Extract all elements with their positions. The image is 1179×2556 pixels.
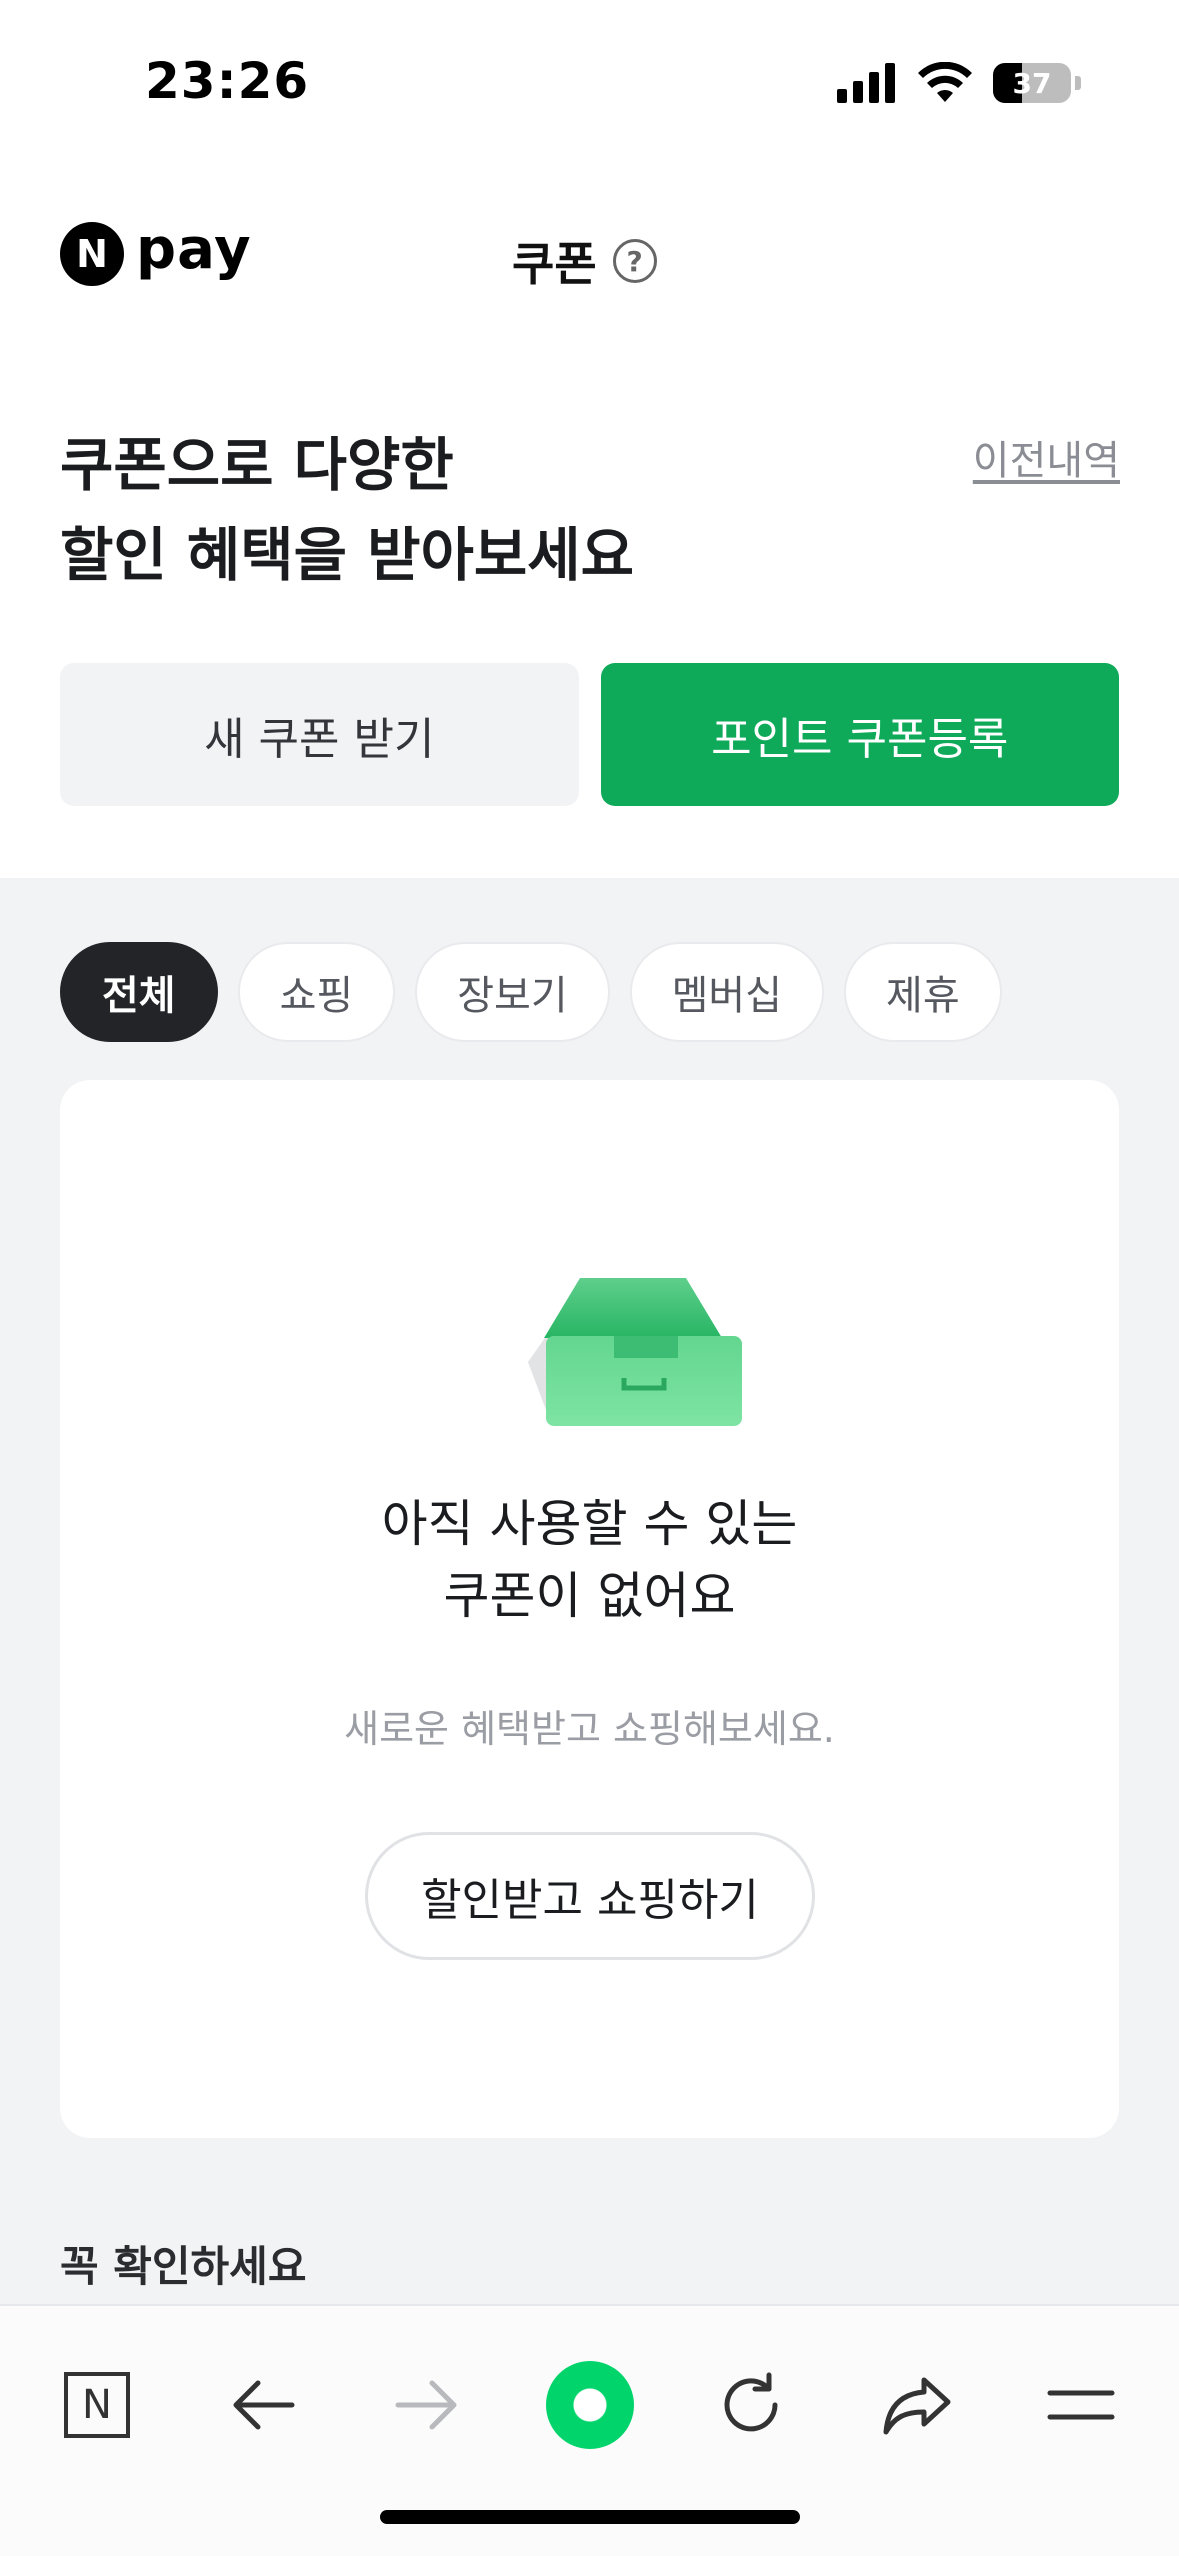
npay-logo-mark: N bbox=[60, 222, 124, 286]
refresh-icon bbox=[724, 2372, 778, 2432]
naver-home-button[interactable]: N bbox=[42, 2350, 152, 2460]
npay-logo[interactable]: N pay bbox=[60, 218, 252, 286]
empty-state-title-line2: 쿠폰이 없어요 bbox=[443, 1567, 736, 1625]
menu-icon bbox=[1047, 2390, 1115, 2420]
forward-button[interactable] bbox=[372, 2350, 482, 2460]
share-button[interactable] bbox=[862, 2350, 972, 2460]
filter-chip-shopping[interactable]: 쇼핑 bbox=[237, 942, 396, 1042]
green-dot-button[interactable] bbox=[535, 2350, 645, 2460]
refresh-button[interactable] bbox=[696, 2350, 806, 2460]
app-header: N pay 쿠폰 ? bbox=[0, 200, 1179, 320]
history-link[interactable]: 이전내역 bbox=[973, 428, 1120, 486]
filter-chips: 전체 쇼핑 장보기 멤버십 제휴 bbox=[60, 942, 1002, 1042]
forward-arrow-icon bbox=[395, 2380, 457, 2430]
battery-percent: 37 bbox=[1012, 66, 1052, 100]
action-buttons: 새 쿠폰 받기 포인트 쿠폰등록 bbox=[60, 663, 1119, 806]
new-coupon-button[interactable]: 새 쿠폰 받기 bbox=[60, 663, 579, 806]
coupon-list-section: 전체 쇼핑 장보기 멤버십 제휴 아직 사용할 수 있는 쿠폰이 없어요 새로운… bbox=[0, 878, 1179, 2308]
filter-chip-all[interactable]: 전체 bbox=[60, 942, 218, 1042]
status-time: 23:26 bbox=[145, 52, 310, 110]
empty-state-title: 아직 사용할 수 있는 쿠폰이 없어요 bbox=[60, 1488, 1119, 1632]
shop-with-discount-button[interactable]: 할인받고 쇼핑하기 bbox=[365, 1832, 815, 1960]
back-arrow-icon bbox=[233, 2380, 295, 2430]
filter-chip-partner[interactable]: 제휴 bbox=[844, 942, 1002, 1042]
menu-button[interactable] bbox=[1026, 2350, 1136, 2460]
filter-chip-grocery[interactable]: 장보기 bbox=[415, 942, 610, 1042]
wifi-icon bbox=[918, 62, 972, 102]
register-point-coupon-button[interactable]: 포인트 쿠폰등록 bbox=[600, 663, 1119, 806]
naver-home-icon: N bbox=[64, 2372, 130, 2438]
battery-cap bbox=[1075, 76, 1081, 90]
cellular-signal-icon bbox=[837, 63, 895, 103]
empty-drawer-icon bbox=[528, 1278, 742, 1426]
hero-section: 쿠폰으로 다양한 할인 혜택을 받아보세요 이전내역 bbox=[60, 420, 1120, 600]
page-title: 쿠폰 bbox=[512, 237, 597, 291]
hero-title-line2: 할인 혜택을 받아보세요 bbox=[60, 521, 634, 589]
empty-state-subtitle: 새로운 혜택받고 쇼핑해보세요. bbox=[344, 1707, 835, 1751]
green-dot-icon bbox=[546, 2361, 634, 2449]
empty-state-title-line1: 아직 사용할 수 있는 bbox=[381, 1495, 798, 1553]
status-bar: 23:26 37 bbox=[0, 0, 1179, 150]
npay-logo-text: pay bbox=[136, 217, 252, 282]
hero-title-line1: 쿠폰으로 다양한 bbox=[60, 431, 454, 499]
help-icon[interactable]: ? bbox=[612, 239, 657, 283]
status-icons: 37 bbox=[837, 62, 1081, 104]
battery-icon: 37 bbox=[993, 63, 1071, 103]
back-button[interactable] bbox=[208, 2350, 318, 2460]
page-title-group: 쿠폰 ? bbox=[512, 228, 657, 294]
empty-state-card: 아직 사용할 수 있는 쿠폰이 없어요 새로운 혜택받고 쇼핑해보세요. 할인받… bbox=[60, 1080, 1119, 2138]
filter-chip-membership[interactable]: 멤버십 bbox=[629, 942, 825, 1042]
home-indicator bbox=[380, 2510, 800, 2524]
share-icon bbox=[883, 2377, 951, 2435]
notice-section-title: 꼭 확인하세요 bbox=[60, 2242, 307, 2291]
